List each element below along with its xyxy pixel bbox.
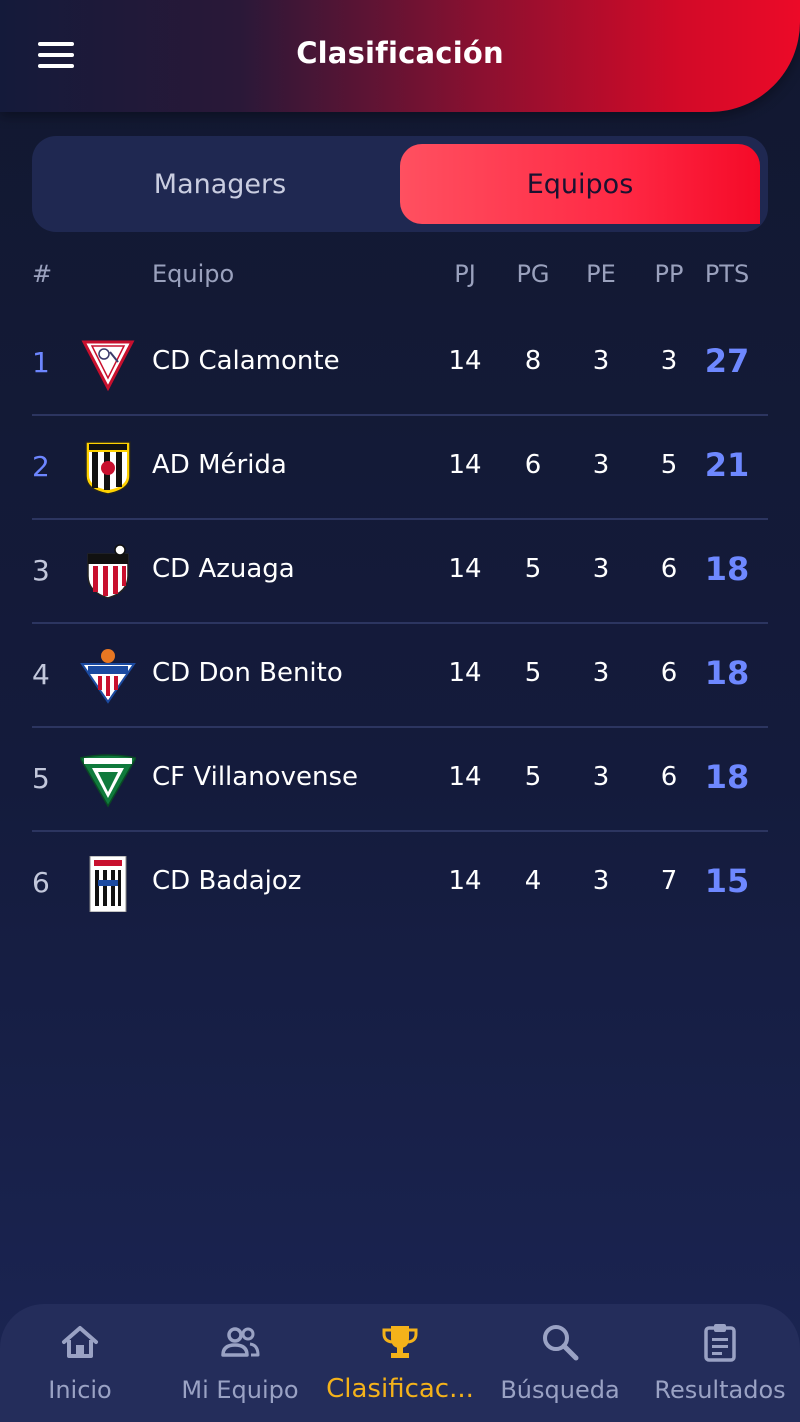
- team-icon: [221, 1327, 260, 1357]
- points-value: 21: [704, 446, 750, 484]
- row-position: 4: [32, 658, 50, 691]
- drawn-value: 3: [592, 866, 610, 896]
- won-value: 5: [524, 554, 542, 584]
- nav-clasificacion[interactable]: Clasificac...: [320, 1304, 480, 1422]
- table-row[interactable]: 1 CD Calamonte 14 8 3 3 27: [32, 312, 768, 416]
- table-row[interactable]: 4 CD Don Benito 14 5 3 6 18: [32, 624, 768, 728]
- lost-value: 6: [660, 554, 678, 584]
- drawn-value: 3: [592, 450, 610, 480]
- table-row[interactable]: 3 CD Azuaga 14 5 3 6 18: [32, 520, 768, 624]
- villanovense-crest-icon: [80, 752, 136, 808]
- header-pe: PE: [586, 260, 616, 288]
- trophy-icon: [382, 1326, 418, 1358]
- team-name: CD Don Benito: [152, 658, 343, 688]
- header-pp: PP: [654, 260, 684, 288]
- played-value: 14: [448, 346, 482, 376]
- team-name: CD Badajoz: [152, 866, 302, 896]
- table-header: # Equipo PJ PG PE PP PTS: [32, 260, 768, 304]
- row-position: 1: [32, 346, 50, 379]
- nav-busqueda[interactable]: Búsqueda: [480, 1304, 640, 1422]
- nav-mi-equipo[interactable]: Mi Equipo: [160, 1304, 320, 1422]
- segmented-control: Managers Equipos: [32, 136, 768, 232]
- nav-label-resultados: Resultados: [654, 1376, 786, 1404]
- table-row[interactable]: 5 CF Villanovense 14 5 3 6 18: [32, 728, 768, 832]
- nav-label-clasificacion: Clasificac...: [326, 1374, 474, 1404]
- drawn-value: 3: [592, 762, 610, 792]
- app-header: Clasificación: [0, 0, 800, 112]
- lost-value: 6: [660, 658, 678, 688]
- drawn-value: 3: [592, 346, 610, 376]
- team-name: AD Mérida: [152, 450, 287, 480]
- played-value: 14: [448, 762, 482, 792]
- won-value: 4: [524, 866, 542, 896]
- bottom-navigation: Inicio Mi Equipo Clasificac... Búsqueda: [0, 1304, 800, 1422]
- team-name: CD Calamonte: [152, 346, 340, 376]
- standings-table: 1 CD Calamonte 14 8 3 3 27 2 AD Mérida 1…: [32, 312, 768, 936]
- nav-resultados[interactable]: Resultados: [640, 1304, 800, 1422]
- lost-value: 6: [660, 762, 678, 792]
- row-position: 3: [32, 554, 50, 587]
- page-title: Clasificación: [296, 36, 504, 70]
- header-team: Equipo: [152, 260, 235, 288]
- points-value: 18: [704, 654, 750, 692]
- drawn-value: 3: [592, 554, 610, 584]
- points-value: 15: [704, 862, 750, 900]
- table-row[interactable]: 2 AD Mérida 14 6 3 5 21: [32, 416, 768, 520]
- team-name: CF Villanovense: [152, 762, 358, 792]
- home-icon: [62, 1326, 98, 1358]
- search-icon: [543, 1325, 579, 1361]
- row-position: 2: [32, 450, 50, 483]
- played-value: 14: [448, 866, 482, 896]
- points-value: 27: [704, 342, 750, 380]
- row-position: 6: [32, 866, 50, 899]
- header-pos: #: [32, 260, 53, 288]
- team-name: CD Azuaga: [152, 554, 295, 584]
- played-value: 14: [448, 658, 482, 688]
- lost-value: 3: [660, 346, 678, 376]
- nav-inicio[interactable]: Inicio: [0, 1304, 160, 1422]
- points-value: 18: [704, 550, 750, 588]
- lost-value: 5: [660, 450, 678, 480]
- table-row[interactable]: 6 CD Badajoz 14 4 3 7 15: [32, 832, 768, 936]
- nav-label-busqueda: Búsqueda: [500, 1376, 620, 1404]
- won-value: 5: [524, 762, 542, 792]
- clipboard-icon: [704, 1324, 736, 1362]
- tab-equipos[interactable]: Equipos: [400, 144, 760, 224]
- badajoz-crest-icon: [80, 856, 136, 912]
- won-value: 6: [524, 450, 542, 480]
- header-pj: PJ: [454, 260, 476, 288]
- don-benito-crest-icon: [80, 648, 136, 704]
- calamonte-crest-icon: [80, 336, 136, 392]
- played-value: 14: [448, 450, 482, 480]
- azuaga-crest-icon: [80, 544, 136, 600]
- tab-managers[interactable]: Managers: [40, 144, 400, 224]
- won-value: 8: [524, 346, 542, 376]
- drawn-value: 3: [592, 658, 610, 688]
- nav-label-mi-equipo: Mi Equipo: [181, 1376, 299, 1404]
- header-pg: PG: [516, 260, 550, 288]
- row-position: 5: [32, 762, 50, 795]
- merida-crest-icon: [80, 440, 136, 496]
- header-pts: PTS: [704, 260, 750, 288]
- nav-label-inicio: Inicio: [48, 1376, 112, 1404]
- played-value: 14: [448, 554, 482, 584]
- lost-value: 7: [660, 866, 678, 896]
- won-value: 5: [524, 658, 542, 688]
- points-value: 18: [704, 758, 750, 796]
